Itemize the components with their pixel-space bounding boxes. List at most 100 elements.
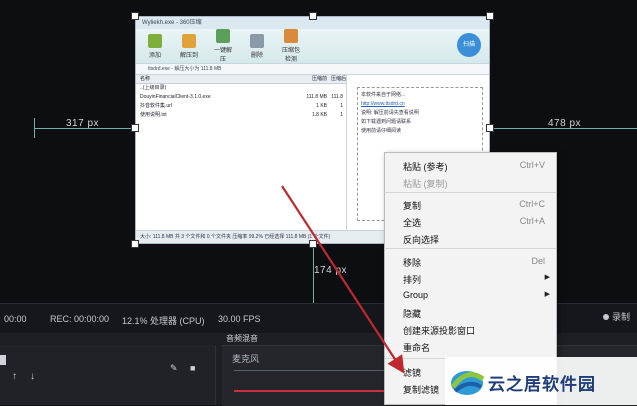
recording-time: REC: 00:00:00 <box>50 314 110 324</box>
submenu-arrow-icon: ▶ <box>544 291 550 298</box>
sources-panel: ↑ ↓ ✎ ■ <box>0 345 216 405</box>
move-down-icon[interactable]: ↓ <box>30 371 35 382</box>
stream-time: 00:00 <box>4 314 27 324</box>
menu-item[interactable]: 全选 Ctrl+A <box>385 213 556 230</box>
menu-separator <box>385 248 556 249</box>
file-packed: 1 <box>340 112 343 118</box>
menu-item-label: 全选 <box>403 218 422 228</box>
menu-separator <box>385 192 556 193</box>
comment-line: 说明: 解压前请先查看说明 <box>361 110 419 116</box>
menu-item-label: 隐藏 <box>403 309 422 319</box>
file-row[interactable]: ..(上级目录) <box>136 84 346 93</box>
mixer-channel-label: 麦克风 <box>232 354 260 364</box>
menu-item-shortcut: Ctrl+A <box>519 216 545 226</box>
menu-item-label: 移除 <box>403 258 422 268</box>
file-packed <box>327 84 346 93</box>
toolbar-label: 解压到 <box>179 52 198 59</box>
file-packed: 1 <box>340 103 343 109</box>
menu-item-label: 创建来源投影窗口 <box>403 326 476 336</box>
volume-slider[interactable] <box>234 370 384 371</box>
toolbar-label: 压缩包检测 <box>281 48 300 63</box>
fps-counter: 30.00 FPS <box>218 314 261 324</box>
menu-item-label: 滤镜 <box>403 368 422 378</box>
archive-icon <box>216 29 230 43</box>
menu-item[interactable]: Group ▶ <box>385 287 556 304</box>
resize-handle-top-left[interactable] <box>131 12 139 20</box>
menu-item-shortcut: Del <box>531 256 545 266</box>
menu-item-label: Group <box>403 290 429 300</box>
toolbar-add-button[interactable]: 添加 <box>144 33 166 59</box>
resize-handle-left[interactable] <box>131 124 139 132</box>
toolbar-extract-button[interactable]: 解压到 <box>178 33 200 59</box>
file-list: 名称 压缩前 压缩后 ..(上级目录) DouyinFinancialClien… <box>136 75 347 231</box>
source-visibility-icon[interactable] <box>0 355 6 365</box>
address-bar[interactable]: ttsdrd.exe - 解压大小为 111.8 MB <box>136 63 489 75</box>
toolbar-delete-button[interactable]: 删除 <box>246 33 268 59</box>
scan-badge[interactable]: 扫描 <box>457 33 481 57</box>
delete-icon[interactable]: ■ <box>190 363 195 373</box>
menu-item[interactable]: 创建来源投影窗口 <box>385 321 556 338</box>
volume-meter <box>234 390 384 392</box>
file-size <box>291 84 327 93</box>
file-row[interactable]: 使用说明.txt 1.8 KB 1 <box>136 111 346 120</box>
menu-item[interactable]: 重命名 <box>385 338 556 355</box>
scan-icon <box>284 29 298 43</box>
add-icon <box>148 33 162 48</box>
menu-item-label: 粘贴 (复制) <box>403 179 448 189</box>
menu-item-label: 复制滤镜 <box>403 385 440 395</box>
menu-item-label: 复制 <box>403 201 422 211</box>
file-name: 抖音软件集.url <box>140 103 172 109</box>
file-list-header: 名称 压缩前 压缩后 <box>136 75 346 84</box>
archive-toolbar: 添加 解压到 一键解压 删除 压缩包检测 扫描 <box>136 29 489 63</box>
resize-handle-bottom-left[interactable] <box>131 240 139 248</box>
file-size: 1.8 KB <box>311 112 327 118</box>
comment-line: 使用前请仔细阅读 <box>361 128 402 134</box>
folder-icon <box>182 33 196 48</box>
menu-item-shortcut: Ctrl+V <box>519 160 545 170</box>
file-row[interactable]: 抖音软件集.url 1 KB 1 <box>136 102 346 111</box>
comment-link[interactable]: http://www.ttsdrd.cn <box>361 100 479 109</box>
file-name: 使用说明.txt <box>140 112 167 118</box>
file-size: 111.8 MB <box>306 94 327 100</box>
comment-line: 本软件来自于网络... <box>361 92 406 98</box>
bottom-distance-label: 174 px <box>314 265 348 276</box>
toolbar-label: 添加 <box>148 52 161 59</box>
file-name: ..(上级目录) <box>140 85 167 91</box>
column-size[interactable]: 压缩前 <box>291 75 327 83</box>
submenu-arrow-icon: ▶ <box>544 274 550 281</box>
toolbar-quick-extract-button[interactable]: 一键解压 <box>212 29 234 63</box>
toolbar-label: 删除 <box>250 52 263 59</box>
file-row[interactable]: DouyinFinancialClient-3.1.0.exe 111.8 MB 1… <box>136 93 346 102</box>
column-packed[interactable]: 压缩后 <box>327 75 346 83</box>
resize-handle-top-right[interactable] <box>486 12 494 20</box>
menu-item[interactable]: 隐藏 <box>385 304 556 321</box>
resize-handle-bottom[interactable] <box>309 240 317 248</box>
menu-item[interactable]: 反向选择 <box>385 230 556 247</box>
menu-item[interactable]: 粘贴 (参考) Ctrl+V <box>385 157 556 174</box>
column-name[interactable]: 名称 <box>140 75 291 83</box>
toolbar-scan-button[interactable]: 压缩包检测 <box>280 29 302 63</box>
menu-item-shortcut: Ctrl+C <box>519 199 545 209</box>
comment-text: 本软件来自于网络... http://www.ttsdrd.cn 说明: 解压前… <box>361 91 479 136</box>
file-size: 1 KB <box>316 103 327 109</box>
menu-item[interactable]: 复制 Ctrl+C <box>385 196 556 213</box>
record-indicator-icon <box>603 314 609 320</box>
menu-item-label: 反向选择 <box>403 235 440 245</box>
file-name: DouyinFinancialClient-3.1.0.exe <box>140 94 211 100</box>
right-distance-label: 478 px <box>548 118 582 129</box>
left-guide-cap <box>34 118 35 138</box>
trash-icon <box>250 33 264 48</box>
left-distance-label: 317 px <box>66 118 100 129</box>
menu-item-label: 粘贴 (参考) <box>403 162 448 172</box>
resize-handle-right[interactable] <box>486 124 494 132</box>
toolbar-label: 一键解压 <box>213 48 232 63</box>
resize-handle-top[interactable] <box>309 12 317 20</box>
record-label[interactable]: 录制 <box>612 310 630 323</box>
edit-icon[interactable]: ✎ <box>170 363 178 374</box>
cpu-usage: 12.1% 处理器 (CPU) <box>122 316 205 326</box>
menu-item[interactable]: 移除 Del <box>385 253 556 270</box>
menu-item[interactable]: 排列 ▶ <box>385 270 556 287</box>
watermark-text: 云之居软件园 <box>488 375 596 394</box>
move-up-icon[interactable]: ↑ <box>12 371 17 382</box>
file-packed: 111.8 <box>331 94 343 100</box>
